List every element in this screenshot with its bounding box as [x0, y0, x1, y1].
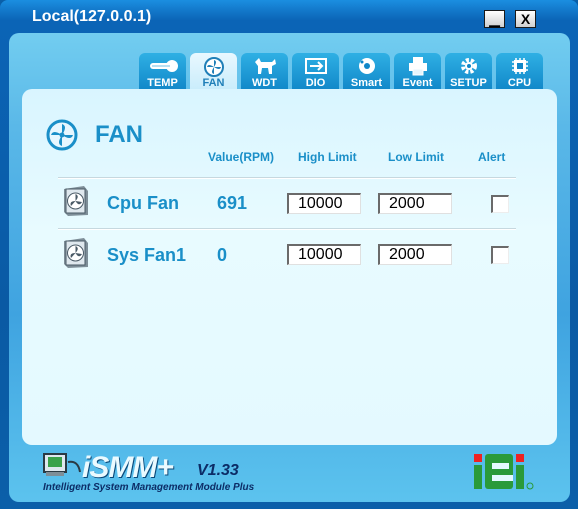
high-limit-input[interactable]: 10000 — [287, 193, 361, 214]
tab-label: FAN — [202, 77, 225, 89]
tab-fan[interactable]: FAN — [190, 53, 237, 91]
brand-name: iSMM — [82, 451, 157, 484]
window-title: Local(127.0.0.1) — [32, 8, 152, 25]
dog-icon — [241, 53, 288, 77]
chip-icon — [496, 53, 543, 77]
tab-label: WDT — [251, 77, 278, 89]
ismm-logo-icon — [42, 452, 82, 485]
alert-checkbox[interactable] — [491, 246, 509, 264]
tab-temp[interactable]: TEMP — [139, 53, 186, 91]
dio-icon — [292, 53, 339, 77]
tab-smart[interactable]: Smart — [343, 53, 390, 91]
close-button[interactable]: X — [515, 10, 536, 28]
fan-icon — [190, 53, 237, 77]
tab-label: DIO — [305, 77, 326, 89]
fan-rpm-value: 0 — [217, 245, 228, 265]
tab-event[interactable]: Event — [394, 53, 441, 91]
version-label: V1.33 — [197, 462, 239, 479]
row-divider — [58, 228, 516, 230]
tab-label: Event — [402, 77, 433, 89]
fan-rpm-value: 691 — [217, 193, 248, 213]
app-window: Local(127.0.0.1) ▁ X TEMP FAN WDT DIO Sm… — [0, 0, 578, 509]
tab-label: TEMP — [147, 77, 178, 89]
tab-wdt[interactable]: WDT — [241, 53, 288, 91]
fan-icon — [62, 237, 90, 269]
low-limit-input[interactable]: 2000 — [378, 244, 452, 265]
tagline: Intelligent System Management Module Plu… — [43, 482, 255, 493]
disk-icon — [343, 53, 390, 77]
page-title: FAN — [95, 121, 143, 148]
column-header-high-limit: High Limit — [298, 150, 357, 164]
tab-cpu[interactable]: CPU — [496, 53, 543, 91]
alert-checkbox[interactable] — [491, 195, 509, 213]
minimize-button[interactable]: ▁ — [484, 10, 505, 28]
fan-icon — [46, 119, 78, 156]
fan-name: Cpu Fan — [107, 193, 179, 213]
column-header-low-limit: Low Limit — [388, 150, 444, 164]
close-icon: X — [520, 11, 531, 27]
brand-logo: iSMM+ — [82, 451, 174, 485]
gear-icon — [445, 53, 492, 77]
column-header-value: Value(RPM) — [208, 150, 275, 164]
tab-label: CPU — [507, 77, 532, 89]
low-limit-input[interactable]: 2000 — [378, 193, 452, 214]
tab-setup[interactable]: SETUP — [445, 53, 492, 91]
tab-label: Smart — [350, 77, 383, 89]
tab-dio[interactable]: DIO — [292, 53, 339, 91]
fan-name: Sys Fan1 — [107, 245, 187, 265]
tab-label: SETUP — [450, 77, 487, 89]
high-limit-input[interactable]: 10000 — [287, 244, 361, 265]
thermometer-icon — [139, 53, 186, 77]
fan-icon — [62, 185, 90, 217]
brand-plus: + — [156, 451, 174, 484]
minimize-icon: ▁ — [489, 11, 500, 27]
vendor-logo — [470, 450, 540, 499]
row-divider — [58, 177, 516, 179]
column-header-alert: Alert — [478, 150, 506, 164]
printer-icon — [394, 53, 441, 77]
